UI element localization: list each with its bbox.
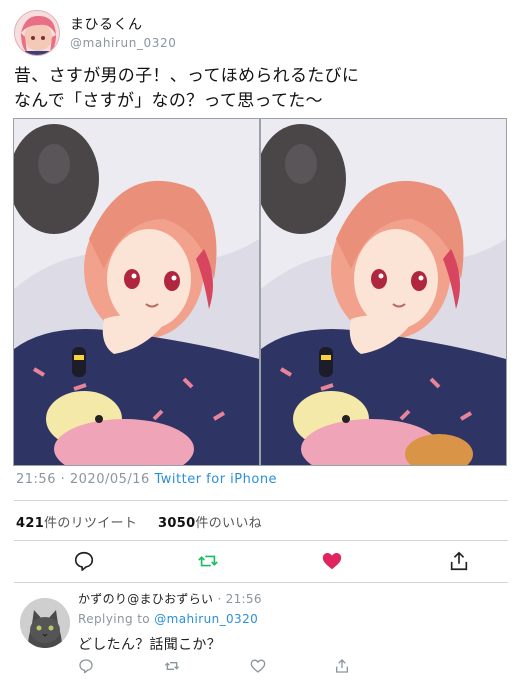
tweet-text-line-2: なんで「さすが」なの？って思ってた〜 <box>14 91 323 111</box>
tweet-text: 昔、さすが男の子！、ってほめられるたびに なんで「さすが」なの？って思ってた〜 <box>14 64 508 114</box>
tweet-meta: 21:56 · 2020/05/16 Twitter for iPhone <box>16 472 277 487</box>
retweet-count[interactable]: 421件のリツイート <box>16 516 137 531</box>
divider <box>14 582 508 583</box>
display-name[interactable]: まひるくん <box>70 14 143 34</box>
reply-icon <box>74 551 94 571</box>
replying-to: Replying to @mahirun_0320 <box>78 612 258 626</box>
cat-avatar-icon <box>20 598 70 648</box>
tweet-header: まひるくん @mahirun_0320 <box>14 10 508 56</box>
avatar[interactable] <box>14 10 60 56</box>
reply-text: どしたん？話聞こか？ <box>78 637 221 653</box>
tweet-actions <box>0 546 522 578</box>
divider <box>14 540 508 541</box>
reply-author[interactable]: かずのり@まひおずらい <box>78 592 213 606</box>
like-count-label: 件のいいね <box>195 516 262 531</box>
retweet-button[interactable] <box>197 550 221 574</box>
heart-icon <box>322 553 342 570</box>
share-icon <box>450 551 468 571</box>
reply-icon <box>79 659 93 674</box>
reply-button[interactable] <box>73 550 97 574</box>
reply-avatar[interactable] <box>20 598 70 648</box>
retweet-icon <box>198 555 218 567</box>
tweet-source[interactable]: Twitter for iPhone <box>154 472 277 487</box>
avatar-illustration-icon <box>15 11 59 55</box>
like-button[interactable] <box>321 550 345 574</box>
tweet-text-line-1: 昔、さすが男の子！、ってほめられるたびに <box>14 66 360 86</box>
tweet-image-1[interactable] <box>13 118 260 466</box>
tweet-time: 21:56 <box>16 472 56 487</box>
retweet-icon <box>164 662 180 670</box>
tweet-image-2[interactable] <box>260 118 507 466</box>
user-handle[interactable]: @mahirun_0320 <box>70 36 176 50</box>
like-count-value: 3050 <box>158 516 196 531</box>
reply-like-button[interactable] <box>250 658 268 676</box>
heart-icon <box>250 659 266 673</box>
reply-retweet-button[interactable] <box>164 658 182 676</box>
replying-to-handle[interactable]: @mahirun_0320 <box>154 612 258 626</box>
replying-to-label: Replying to <box>78 612 151 626</box>
reply-reply-button[interactable] <box>78 658 96 676</box>
meta-separator: · <box>60 472 66 487</box>
reply-actions <box>78 658 478 676</box>
retweet-count-label: 件のリツイート <box>44 516 138 531</box>
reply-header: かずのり@まひおずらい · 21:56 <box>78 590 262 607</box>
reply-time: · 21:56 <box>217 592 262 606</box>
like-count[interactable]: 3050件のいいね <box>158 516 262 531</box>
share-button[interactable] <box>448 550 472 574</box>
divider <box>14 500 508 501</box>
share-icon <box>336 659 348 673</box>
retweet-count-value: 421 <box>16 516 45 531</box>
reply-share-button[interactable] <box>334 658 352 676</box>
reply-tweet[interactable]: かずのり@まひおずらい · 21:56 Replying to @mahirun… <box>14 586 508 680</box>
tweet-stats: 421件のリツイート 3050件のいいね <box>16 512 262 531</box>
tweet-date[interactable]: 2020/05/16 <box>70 472 150 487</box>
